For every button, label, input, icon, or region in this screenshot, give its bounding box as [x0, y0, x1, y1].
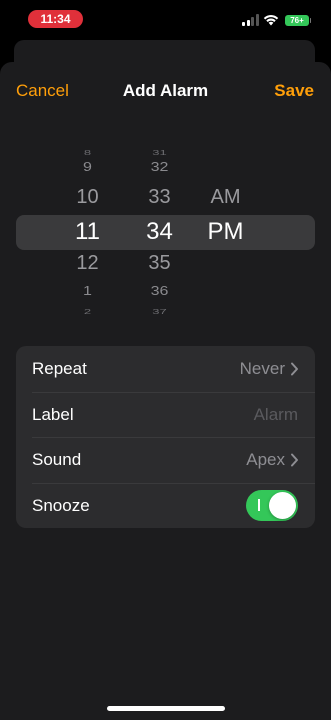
wifi-icon	[263, 15, 279, 26]
repeat-row[interactable]: Repeat Never	[16, 346, 315, 392]
sound-row[interactable]: Sound Apex	[16, 437, 315, 483]
hour-option[interactable]: 12	[60, 252, 115, 275]
chevron-right-icon	[291, 453, 298, 467]
minute-option[interactable]: 37	[132, 307, 187, 315]
snooze-row: Snooze	[16, 483, 315, 529]
minute-option[interactable]: 31	[132, 148, 187, 156]
minute-option[interactable]: 35	[132, 252, 187, 275]
nav-bar: Cancel Add Alarm Save	[0, 62, 331, 122]
repeat-value: Never	[239, 359, 285, 378]
save-button[interactable]: Save	[274, 81, 314, 101]
home-indicator[interactable]	[107, 706, 225, 711]
hour-selected[interactable]: 11	[60, 217, 115, 247]
hour-option[interactable]: 8	[60, 148, 115, 156]
sound-label: Sound	[32, 450, 82, 469]
period-selected[interactable]: PM	[198, 217, 253, 247]
status-bar: 11:34 76+	[0, 0, 331, 40]
label-label: Label	[32, 404, 74, 424]
chevron-right-icon	[291, 362, 298, 376]
repeat-label: Repeat	[32, 359, 87, 378]
label-row[interactable]: Label Alarm	[16, 392, 315, 438]
toggle-on-mark-icon	[258, 498, 260, 511]
sound-value: Apex	[246, 450, 285, 469]
minute-option[interactable]: 33	[132, 186, 187, 209]
snooze-toggle[interactable]	[246, 489, 298, 521]
cellular-signal-icon	[242, 14, 260, 26]
minute-selected[interactable]: 34	[132, 217, 187, 247]
snooze-label: Snooze	[32, 495, 90, 515]
battery-icon: 76+	[285, 15, 311, 26]
hour-option[interactable]: 1	[60, 285, 115, 299]
hour-option[interactable]: 9	[60, 161, 115, 175]
hour-option[interactable]: 10	[60, 186, 115, 209]
minute-option[interactable]: 32	[132, 161, 187, 175]
minute-option[interactable]: 36	[132, 285, 187, 299]
time-picker[interactable]: 8 9 10 11 12 1 2 31 32 33 34 35 36 37 AM…	[0, 137, 331, 332]
cancel-button[interactable]: Cancel	[16, 81, 69, 101]
hour-option[interactable]: 2	[60, 307, 115, 315]
period-option-am[interactable]: AM	[198, 186, 253, 209]
alarm-settings-list: Repeat Never Label Alarm Sound Apex Snoo…	[16, 346, 315, 528]
label-input[interactable]: Alarm	[254, 405, 298, 425]
status-time[interactable]: 11:34	[28, 10, 83, 28]
add-alarm-sheet: Cancel Add Alarm Save 8 9 10 11 12 1 2 3…	[0, 62, 331, 720]
toggle-knob	[269, 491, 296, 519]
